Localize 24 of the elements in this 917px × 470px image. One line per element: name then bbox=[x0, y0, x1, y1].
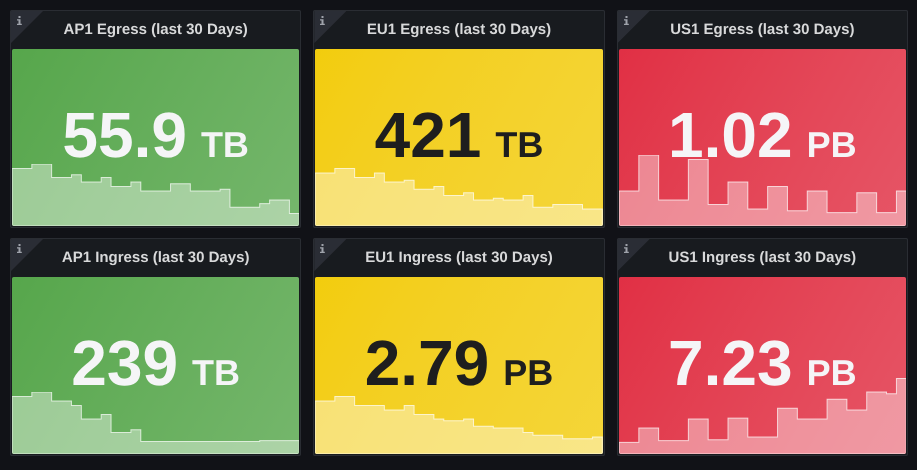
unit-label: PB bbox=[806, 126, 857, 162]
panel-title: EU1 Egress (last 30 Days) bbox=[366, 20, 552, 40]
stat-value: 1.02 bbox=[668, 102, 793, 166]
info-icon[interactable] bbox=[320, 244, 326, 253]
panel-title: US1 Egress (last 30 Days) bbox=[670, 20, 854, 40]
unit-label: TB bbox=[200, 126, 249, 162]
info-icon[interactable] bbox=[624, 16, 629, 25]
panel-title: US1 Ingress (last 30 Days) bbox=[668, 248, 856, 268]
stat-value: 239 bbox=[71, 330, 178, 394]
panel-title: EU1 Ingress (last 30 Days) bbox=[365, 248, 553, 268]
panel-title: AP1 Egress (last 30 Days) bbox=[64, 20, 248, 40]
unit-label: TB bbox=[192, 354, 240, 390]
info-icon[interactable] bbox=[17, 244, 22, 253]
unit-label: PB bbox=[806, 354, 857, 390]
stat-value: 55.9 bbox=[62, 102, 187, 166]
unit-label: TB bbox=[495, 126, 544, 162]
panel-title: AP1 Ingress (last 30 Days) bbox=[62, 248, 250, 268]
info-icon[interactable] bbox=[624, 244, 629, 253]
info-icon[interactable] bbox=[320, 16, 326, 25]
stat-value: 2.79 bbox=[364, 330, 490, 394]
stat-value: 7.23 bbox=[668, 330, 793, 394]
info-icon[interactable] bbox=[17, 16, 22, 25]
stat-value: 421 bbox=[374, 102, 482, 166]
unit-label: PB bbox=[503, 354, 554, 390]
